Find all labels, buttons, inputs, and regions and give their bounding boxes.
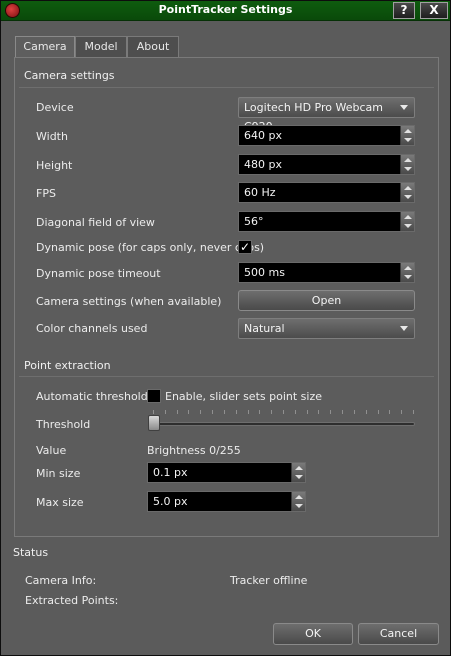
settings-window: PointTracker Settings ? X Camera Model A… [0,0,451,656]
tab-camera[interactable]: Camera [15,36,75,59]
dynamic-pose-timeout-spinbox[interactable]: 500 ms [238,262,415,283]
min-size-value: 0.1 px [153,466,188,479]
spin-arrows-icon[interactable] [291,463,305,482]
dynamic-pose-timeout-label: Dynamic pose timeout [36,267,161,280]
auto-threshold-label: Automatic threshold [36,390,148,403]
max-size-spinbox[interactable]: 5.0 px [147,491,306,512]
slider-tick [259,410,260,414]
slider-tick [188,410,189,414]
extracted-points-label: Extracted Points: [25,594,119,607]
slider-tick [177,410,178,414]
slider-tick [378,410,379,414]
height-label: Height [36,159,73,172]
slider-tick [330,410,331,414]
device-label: Device [36,101,74,114]
width-label: Width [36,130,68,143]
brightness-value: Brightness 0/255 [147,444,241,457]
camera-settings-divider [19,87,434,88]
slider-tick [354,410,355,414]
chevron-down-icon [400,326,408,331]
spin-arrows-icon[interactable] [291,492,305,511]
fov-value: 56° [244,215,264,228]
color-channels-label: Color channels used [36,322,148,335]
slider-tick [413,410,414,414]
slider-tick [248,410,249,414]
auto-threshold-checkbox[interactable] [147,389,161,403]
threshold-label: Threshold [36,418,91,431]
slider-tick [224,410,225,414]
title-bar[interactable]: PointTracker Settings ? X [1,1,450,21]
height-spinbox[interactable]: 480 px [238,154,415,175]
chevron-down-icon [400,105,408,110]
spin-arrows-icon[interactable] [400,212,414,231]
slider-tick [165,410,166,414]
slider-tick [295,410,296,414]
value-label: Value [36,444,67,457]
point-extraction-title: Point extraction [24,359,111,372]
cancel-button[interactable]: Cancel [358,623,439,645]
slider-tick [342,410,343,414]
slider-tick [212,410,213,414]
max-size-label: Max size [36,496,84,509]
spin-arrows-icon[interactable] [400,126,414,145]
dynamic-pose-checkbox[interactable]: ✓ [238,240,252,254]
fps-spinbox[interactable]: 60 Hz [238,182,415,203]
point-extraction-divider [19,376,434,377]
fov-spinbox[interactable]: 56° [238,211,415,232]
spin-arrows-icon[interactable] [400,263,414,282]
color-channels-select[interactable]: Natural [238,318,415,339]
tab-model[interactable]: Model [75,36,127,58]
fps-label: FPS [36,187,56,200]
close-button[interactable]: X [420,2,448,19]
slider-tick [236,410,237,414]
fps-value: 60 Hz [244,186,276,199]
window-title: PointTracker Settings [158,3,293,16]
spin-arrows-icon[interactable] [400,183,414,202]
slider-tick [389,410,390,414]
slider-tick [401,410,402,414]
slider-tick [307,410,308,414]
min-size-spinbox[interactable]: 0.1 px [147,462,306,483]
fov-label: Diagonal field of view [36,216,155,229]
status-title: Status [13,546,49,559]
tab-about[interactable]: About [127,36,179,58]
height-value: 480 px [244,158,282,171]
open-camera-settings-button[interactable]: Open [238,290,415,311]
dynamic-pose-timeout-value: 500 ms [244,266,285,279]
width-value: 640 px [244,129,282,142]
ok-button[interactable]: OK [273,623,353,645]
dynamic-pose-label: Dynamic pose (for caps only, never clips… [36,241,265,254]
threshold-slider-handle[interactable] [148,415,160,431]
slider-tick [366,410,367,414]
device-select[interactable]: Logitech HD Pro Webcam C920 [238,97,415,133]
color-channels-value: Natural [244,322,285,335]
slider-tick [200,410,201,414]
width-spinbox[interactable]: 640 px [238,125,415,146]
auto-threshold-checkbox-label[interactable]: Enable, slider sets point size [165,390,322,403]
camera-settings-open-label: Camera settings (when available) [36,295,222,308]
threshold-slider[interactable] [151,422,415,426]
max-size-value: 5.0 px [153,495,188,508]
camera-settings-title: Camera settings [24,69,115,82]
slider-tick [318,410,319,414]
help-button[interactable]: ? [393,2,415,19]
slider-tick [283,410,284,414]
slider-tick [153,410,154,414]
camera-info-label: Camera Info: [25,574,97,587]
spin-arrows-icon[interactable] [400,155,414,174]
camera-info-value: Tracker offline [230,574,308,587]
min-size-label: Min size [36,467,81,480]
slider-tick [271,410,272,414]
